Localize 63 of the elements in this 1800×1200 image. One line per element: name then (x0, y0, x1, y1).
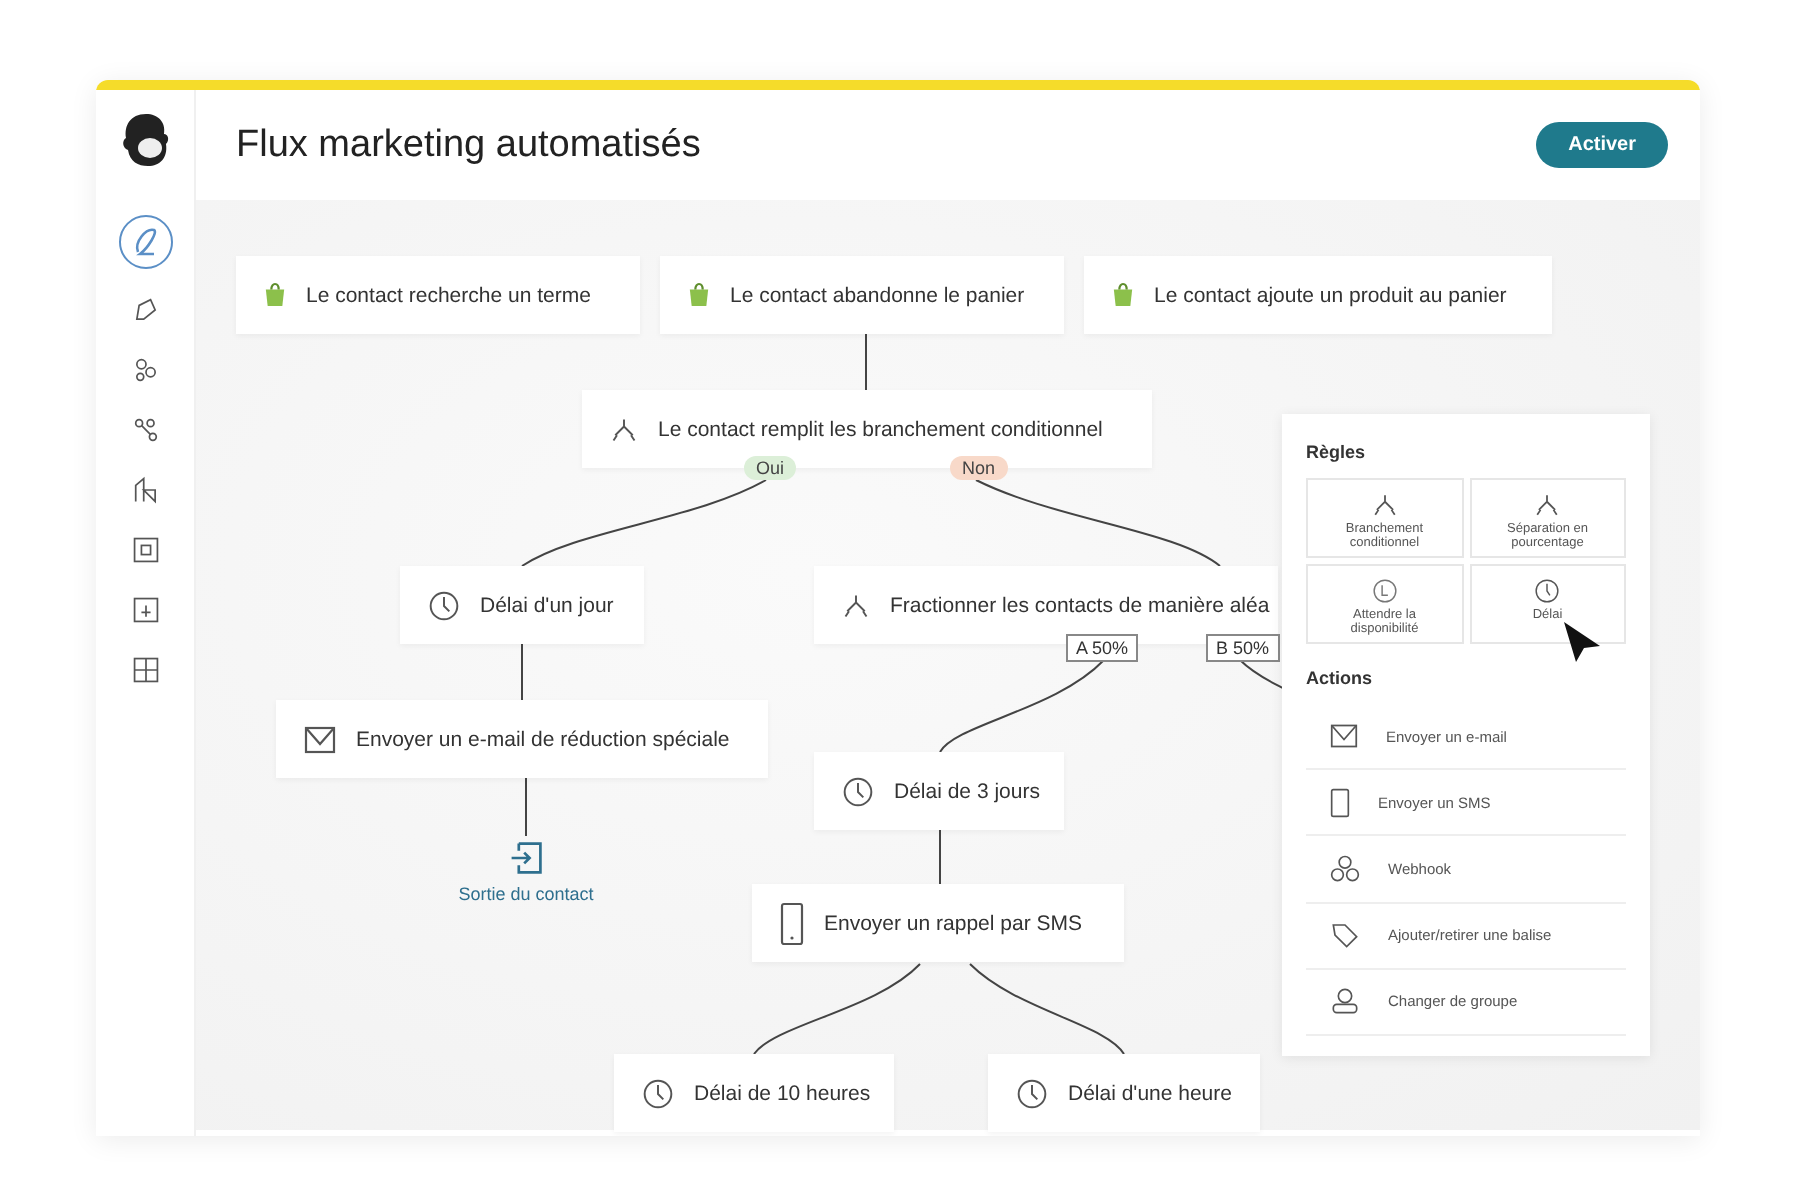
branch-icon (1534, 492, 1561, 518)
square-icon[interactable] (129, 534, 161, 566)
section-title: Actions (1306, 668, 1375, 688)
delay-node[interactable]: Délai d'une heure (988, 1054, 1260, 1132)
link-icon[interactable] (129, 414, 161, 446)
grid-icon[interactable] (129, 654, 161, 686)
tag-icon (1330, 920, 1360, 951)
building-icon[interactable] (129, 474, 161, 506)
person-icon (1330, 986, 1360, 1017)
envelope-icon (1330, 722, 1358, 751)
trigger-node[interactable]: Le contact abandonne le panier (660, 256, 1064, 334)
trigger-node[interactable]: Le contact ajoute un produit au panier (1084, 256, 1552, 334)
node-label: Le contact recherche un terme (306, 283, 591, 307)
branch-icon (1371, 492, 1398, 518)
connector-line (865, 333, 867, 391)
trigger-node[interactable]: Le contact recherche un terme (236, 256, 640, 334)
envelope-icon (304, 723, 336, 755)
email-node[interactable]: Envoyer un e-mail de réduction spéciale (276, 700, 768, 778)
node-label: Délai de 3 jours (894, 779, 1040, 803)
connector-line (525, 775, 527, 837)
delay-node[interactable]: Délai de 10 heures (614, 1054, 894, 1132)
square-icon[interactable] (129, 594, 161, 626)
pen-icon[interactable] (117, 214, 173, 270)
branch-icon (842, 591, 870, 619)
section-title: Règles (1306, 442, 1368, 462)
node-label: Délai d'une heure (1068, 1081, 1232, 1105)
branch-icon (610, 415, 638, 443)
clock-icon (842, 775, 874, 807)
delay-node[interactable]: Délai de 3 jours (814, 752, 1064, 830)
shopping-bag-icon (688, 282, 710, 308)
connector-line (939, 827, 941, 885)
connector-line (521, 643, 523, 701)
branch-label: Oui (744, 456, 797, 480)
node-label: Délai d'un jour (480, 593, 614, 617)
exit-icon (508, 840, 544, 876)
clock-icon (1534, 578, 1561, 604)
shopping-bag-icon (264, 282, 286, 308)
connector-line (1239, 659, 1287, 691)
node-label: Le contact remplit les branchement conditionnel (658, 417, 1103, 441)
delay-node[interactable]: Délai d'un jour (400, 566, 644, 644)
phone-icon (1330, 787, 1350, 818)
branch-label: Non (950, 456, 1008, 480)
clock-icon (1016, 1077, 1048, 1109)
split-node[interactable]: Fractionner les contacts de manière aléa (814, 566, 1278, 644)
clock-icon (428, 589, 460, 621)
node-label: Fractionner les contacts de manière aléa (890, 593, 1270, 617)
cursor-icon (1562, 620, 1602, 664)
node-label: Le contact ajoute un produit au panier (1154, 283, 1507, 307)
exit-label: Sortie du contact (456, 884, 596, 904)
sms-node[interactable]: Envoyer un rappel par SMS (752, 884, 1124, 962)
clock-icon (642, 1077, 674, 1109)
split-percentage: A 50% (1066, 634, 1139, 662)
page-title: Flux marketing automatisés (236, 123, 701, 167)
webhook-icon (1330, 854, 1360, 884)
split-percentage: B 50% (1206, 634, 1280, 662)
node-label: Le contact abandonne le panier (730, 283, 1025, 307)
shopping-bag-icon (1112, 282, 1134, 308)
node-label: Envoyer un rappel par SMS (824, 911, 1082, 935)
phone-icon (780, 901, 804, 945)
clock-icon (1371, 578, 1398, 604)
activate-button[interactable]: Activer (1536, 122, 1668, 168)
node-label: Envoyer un e-mail de réduction spéciale (356, 727, 730, 751)
node-label: Délai de 10 heures (694, 1081, 871, 1105)
